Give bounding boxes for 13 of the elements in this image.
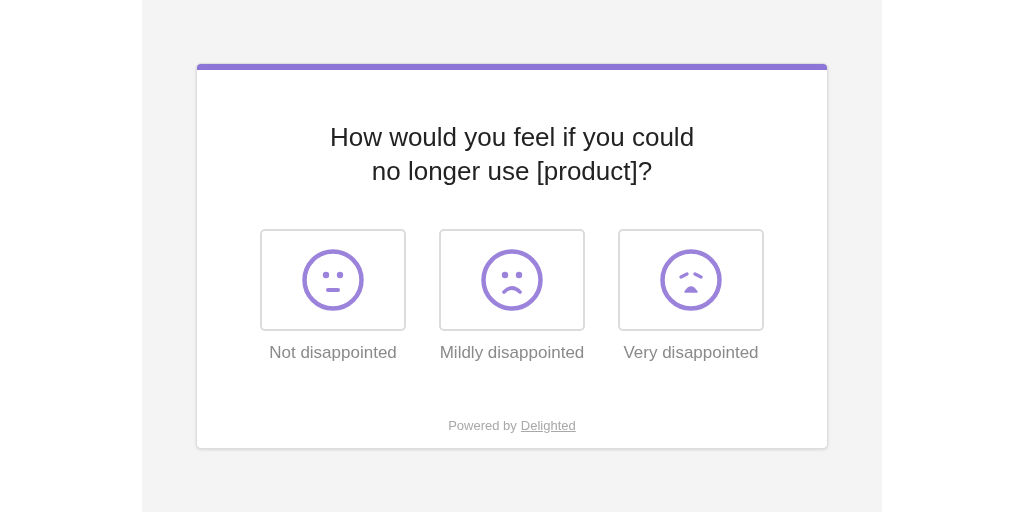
sad-face-icon bbox=[480, 248, 544, 312]
footer-text: Powered by bbox=[448, 416, 517, 435]
rating-option[interactable] bbox=[618, 229, 764, 331]
option-label: Mildly disappointed bbox=[439, 342, 585, 364]
rating-option[interactable] bbox=[260, 229, 406, 331]
footer-link[interactable]: Delighted bbox=[520, 415, 576, 435]
neutral-face-icon bbox=[301, 248, 365, 312]
distressed-face-icon bbox=[659, 248, 723, 312]
rating-option[interactable] bbox=[439, 229, 585, 331]
option-label: Not disappointed bbox=[269, 342, 397, 364]
question-text: no longer use [product]? bbox=[371, 155, 653, 188]
question-text: How would you feel if you could bbox=[329, 121, 695, 154]
option-label: Very disappointed bbox=[623, 342, 759, 364]
